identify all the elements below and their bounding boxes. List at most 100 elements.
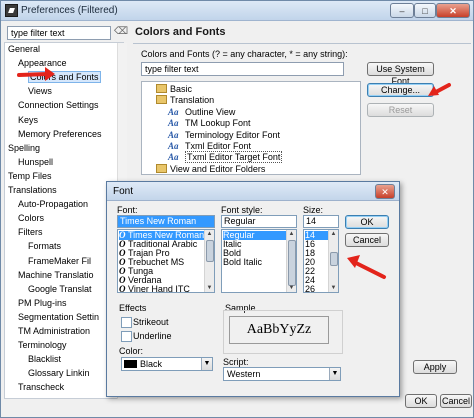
tree-item-label: Transcheck (18, 382, 65, 393)
font-tree-label: View and Editor Folders (170, 163, 266, 174)
tree-item-label: Google Translat (28, 283, 92, 294)
tree-filter-input[interactable]: type filter text (7, 26, 111, 40)
tree-item[interactable]: Transcheck (18, 382, 64, 393)
font-size-list[interactable]: ▲ ▼ 14 16 18 20 22 24 26 (303, 229, 339, 293)
tree-item[interactable]: Translations (8, 185, 57, 196)
tree-item-label: Filters (18, 227, 43, 238)
annotation-arrow-size (347, 255, 386, 279)
tree-item[interactable]: Forbidden Char (28, 397, 91, 399)
tree-item-label: Terminology (18, 340, 67, 351)
color-label: Color: (119, 346, 144, 356)
annotation-arrow-tree (17, 67, 55, 81)
tree-item[interactable]: Terminology (18, 340, 67, 351)
clear-filter-icon[interactable]: ⌫ (114, 25, 128, 39)
tree-item[interactable]: Google Translat (28, 284, 92, 295)
font-icon: Aa (168, 118, 179, 129)
font-name-list[interactable]: ▲ ▼ O Times New Roman O Traditional Arabic O T… (117, 229, 215, 293)
sample-preview: AaBbYyZz (229, 316, 329, 344)
underline-label: Underline (133, 331, 172, 341)
font-tree-label: Translation (170, 95, 215, 106)
list-item[interactable]: O Viner Hand ITC (119, 285, 204, 293)
tree-item[interactable]: Colors (18, 213, 44, 224)
font-dialog-title-bar[interactable]: Font ✕ (107, 182, 399, 201)
tree-item-label: Temp Files (8, 170, 52, 181)
maximize-button[interactable]: □ (414, 3, 436, 18)
tree-item[interactable]: Hunspell (18, 157, 53, 168)
tree-item-label: Auto-Propagation (18, 199, 89, 210)
style-list-scrollbar[interactable]: ▲ ▼ (286, 230, 296, 292)
font-tree-item[interactable]: Aa Txml Editor Target Font (168, 151, 283, 164)
effects-label: Effects (119, 303, 147, 313)
tree-item[interactable]: Blacklist (28, 354, 61, 365)
tree-item[interactable]: PM Plug-ins (18, 298, 67, 309)
script-label: Script: (223, 357, 249, 367)
tree-item[interactable]: Formats (28, 241, 61, 252)
font-tree-item[interactable]: View and Editor Folders (156, 163, 266, 174)
tree-item[interactable]: Filters (18, 227, 43, 238)
font-tree-label: Outline View (185, 106, 236, 117)
tree-item[interactable]: Auto-Propagation (18, 199, 88, 210)
list-item[interactable]: 26 (305, 285, 328, 293)
font-tree-item[interactable]: Aa Txml Editor Font (168, 141, 251, 151)
tree-item[interactable]: FrameMaker Fil (28, 256, 91, 267)
tree-item[interactable]: Memory Preferences (18, 129, 102, 140)
tree-item[interactable]: Machine Translatio (18, 270, 94, 281)
font-name-input[interactable]: Times New Roman (117, 215, 215, 228)
filter-description: Colors and Fonts (? = any character, * =… (141, 49, 348, 59)
font-ok-button[interactable]: OK (345, 215, 389, 229)
tree-item-label: Formats (28, 241, 62, 252)
tree-item[interactable]: Temp Files (8, 171, 52, 182)
apply-button[interactable]: Apply (413, 360, 457, 374)
underline-checkbox[interactable] (121, 331, 132, 342)
tree-item-label: Views (28, 86, 52, 97)
close-button[interactable]: ✕ (436, 3, 470, 18)
font-tree-item[interactable]: Aa Terminology Editor Font (168, 130, 280, 140)
font-style-list[interactable]: ▲ ▼ Regular Italic Bold Bold Italic (221, 229, 297, 293)
ok-button[interactable]: OK (405, 394, 437, 408)
font-icon: Aa (168, 141, 179, 151)
reset-button[interactable]: Reset (367, 103, 434, 117)
change-button[interactable]: Change... (367, 83, 434, 97)
tree-item[interactable]: TM Administration (18, 326, 90, 337)
cancel-button[interactable]: Cancel (440, 394, 472, 408)
tree-item[interactable]: General (8, 44, 40, 55)
strikeout-checkbox[interactable] (121, 317, 132, 328)
tree-item-label: PM Plug-ins (18, 297, 67, 308)
folder-icon (156, 84, 167, 93)
tree-item[interactable]: Keys (18, 115, 38, 126)
font-tree-item[interactable]: Aa Outline View (168, 107, 235, 117)
window-title: Preferences (Filtered) (21, 5, 118, 16)
annotation-arrow-change (428, 83, 451, 96)
tree-item[interactable]: Segmentation Settin (18, 312, 99, 323)
use-system-font-button[interactable]: Use System Font (367, 62, 434, 86)
font-cancel-button[interactable]: Cancel (345, 233, 389, 247)
tree-item-label: Connection Settings (18, 100, 99, 111)
tree-item[interactable]: Connection Settings (18, 100, 99, 111)
strikeout-label: Strikeout (133, 317, 169, 327)
script-select[interactable]: Western ▼ (223, 367, 341, 381)
tree-item-label: Segmentation Settin (18, 311, 100, 322)
size-list-scrollbar[interactable]: ▲ ▼ (328, 230, 338, 292)
list-item[interactable]: Bold Italic (223, 258, 286, 267)
font-tree-item[interactable]: Aa TM Lookup Font (168, 118, 251, 128)
font-category-tree[interactable]: Basic Translation Aa Outline View Aa TM Looku… (141, 81, 361, 175)
tree-item[interactable]: Glossary Linkin (28, 368, 90, 379)
font-dialog: Font ✕ Font: Times New Roman ▲ ▼ O Times N… (106, 181, 400, 397)
font-style-input[interactable]: Regular (221, 215, 297, 228)
color-select[interactable]: Black ▼ (121, 357, 213, 371)
colors-fonts-filter-input[interactable]: type filter text (141, 62, 344, 76)
font-list-scrollbar[interactable]: ▲ ▼ (204, 230, 214, 292)
font-tree-item[interactable]: Basic (156, 84, 192, 94)
tree-item-label: Memory Preferences (18, 128, 102, 139)
font-tree-item[interactable]: Translation (156, 95, 214, 105)
font-size-input[interactable]: 14 (303, 215, 339, 228)
tree-item[interactable]: Views (28, 86, 52, 97)
app-icon (5, 4, 18, 17)
font-tree-label: TM Lookup Font (185, 118, 251, 129)
tree-item[interactable]: Spelling (8, 143, 40, 154)
color-value: Black (140, 359, 163, 369)
font-dialog-close-button[interactable]: ✕ (375, 184, 395, 199)
opentype-icon: O (119, 284, 126, 293)
title-bar[interactable]: Preferences (Filtered) – □ ✕ (1, 1, 473, 21)
minimize-button[interactable]: – (390, 3, 414, 18)
